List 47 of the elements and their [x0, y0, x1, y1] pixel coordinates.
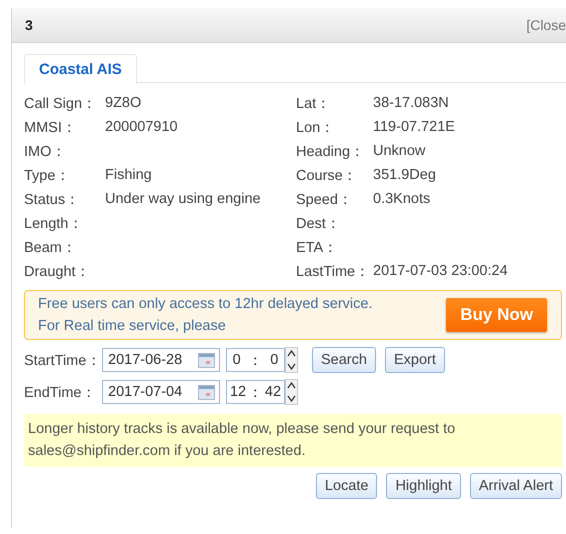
field-label: Course：	[296, 166, 359, 184]
field-label: Length：	[24, 214, 84, 232]
field-value: 9Z8O	[105, 95, 142, 111]
field-value: Under way using engine	[105, 191, 262, 207]
field-value: Fishing	[105, 167, 153, 183]
field-label: Dest：	[296, 214, 342, 232]
field-label: Beam：	[24, 238, 78, 256]
notice-text: Free users can only access to 12hr delayed service.	[38, 295, 372, 313]
field-label: Speed：	[296, 190, 354, 208]
notice-text: For Real time service, please	[38, 317, 227, 335]
field-label: Heading：	[296, 142, 366, 160]
field-label: Call Sign：	[24, 94, 98, 112]
field-label: LastTime：	[296, 262, 372, 280]
field-label: Type：	[24, 166, 72, 184]
field-value: 38-17.083N	[373, 95, 450, 111]
date-field[interactable]: 2017-07-04	[102, 380, 220, 404]
field-label: Status：	[24, 190, 82, 208]
time-label: EndTime：	[24, 384, 98, 402]
field-label: Lon：	[296, 118, 336, 136]
date-field[interactable]: 2017-06-28	[102, 348, 220, 372]
action-button[interactable]: Highlight	[386, 473, 461, 499]
spinner-icon[interactable]	[285, 347, 298, 373]
window-title: 3	[25, 17, 33, 33]
field-label: MMSI：	[24, 118, 78, 136]
field-label: ETA：	[296, 238, 340, 256]
spinner-icon[interactable]	[285, 379, 298, 405]
time-field[interactable]: 12：42	[226, 380, 285, 404]
field-value: 2017-07-03 23:00:24	[373, 263, 509, 279]
toolbar-button[interactable]: Search	[312, 347, 376, 373]
time-field[interactable]: 0 ： 0	[226, 348, 285, 372]
field-value: Unknow	[373, 143, 426, 159]
field-label: IMO：	[24, 142, 68, 160]
time-label: StartTime：	[24, 352, 102, 370]
tab[interactable]: Coastal AIS	[24, 54, 137, 84]
field-value: 119-07.721E	[373, 119, 456, 135]
calendar-icon[interactable]	[198, 352, 215, 368]
action-button[interactable]: Arrival Alert	[470, 473, 562, 499]
close-link[interactable]: [Close	[526, 17, 566, 33]
field-value: 0.3Knots	[373, 191, 432, 207]
field-label: Lat：	[296, 94, 332, 112]
field-value: 200007910	[105, 119, 179, 135]
toolbar-button[interactable]: Export	[384, 347, 445, 373]
action-button[interactable]: Locate	[316, 473, 378, 499]
field-value: 351.9Deg	[373, 167, 437, 183]
field-label: Draught：	[24, 262, 92, 280]
calendar-icon[interactable]	[198, 384, 215, 400]
history-note: Longer history tracks is available now, please send your request to sales@shipfinder.com if you are interested.	[24, 414, 562, 467]
